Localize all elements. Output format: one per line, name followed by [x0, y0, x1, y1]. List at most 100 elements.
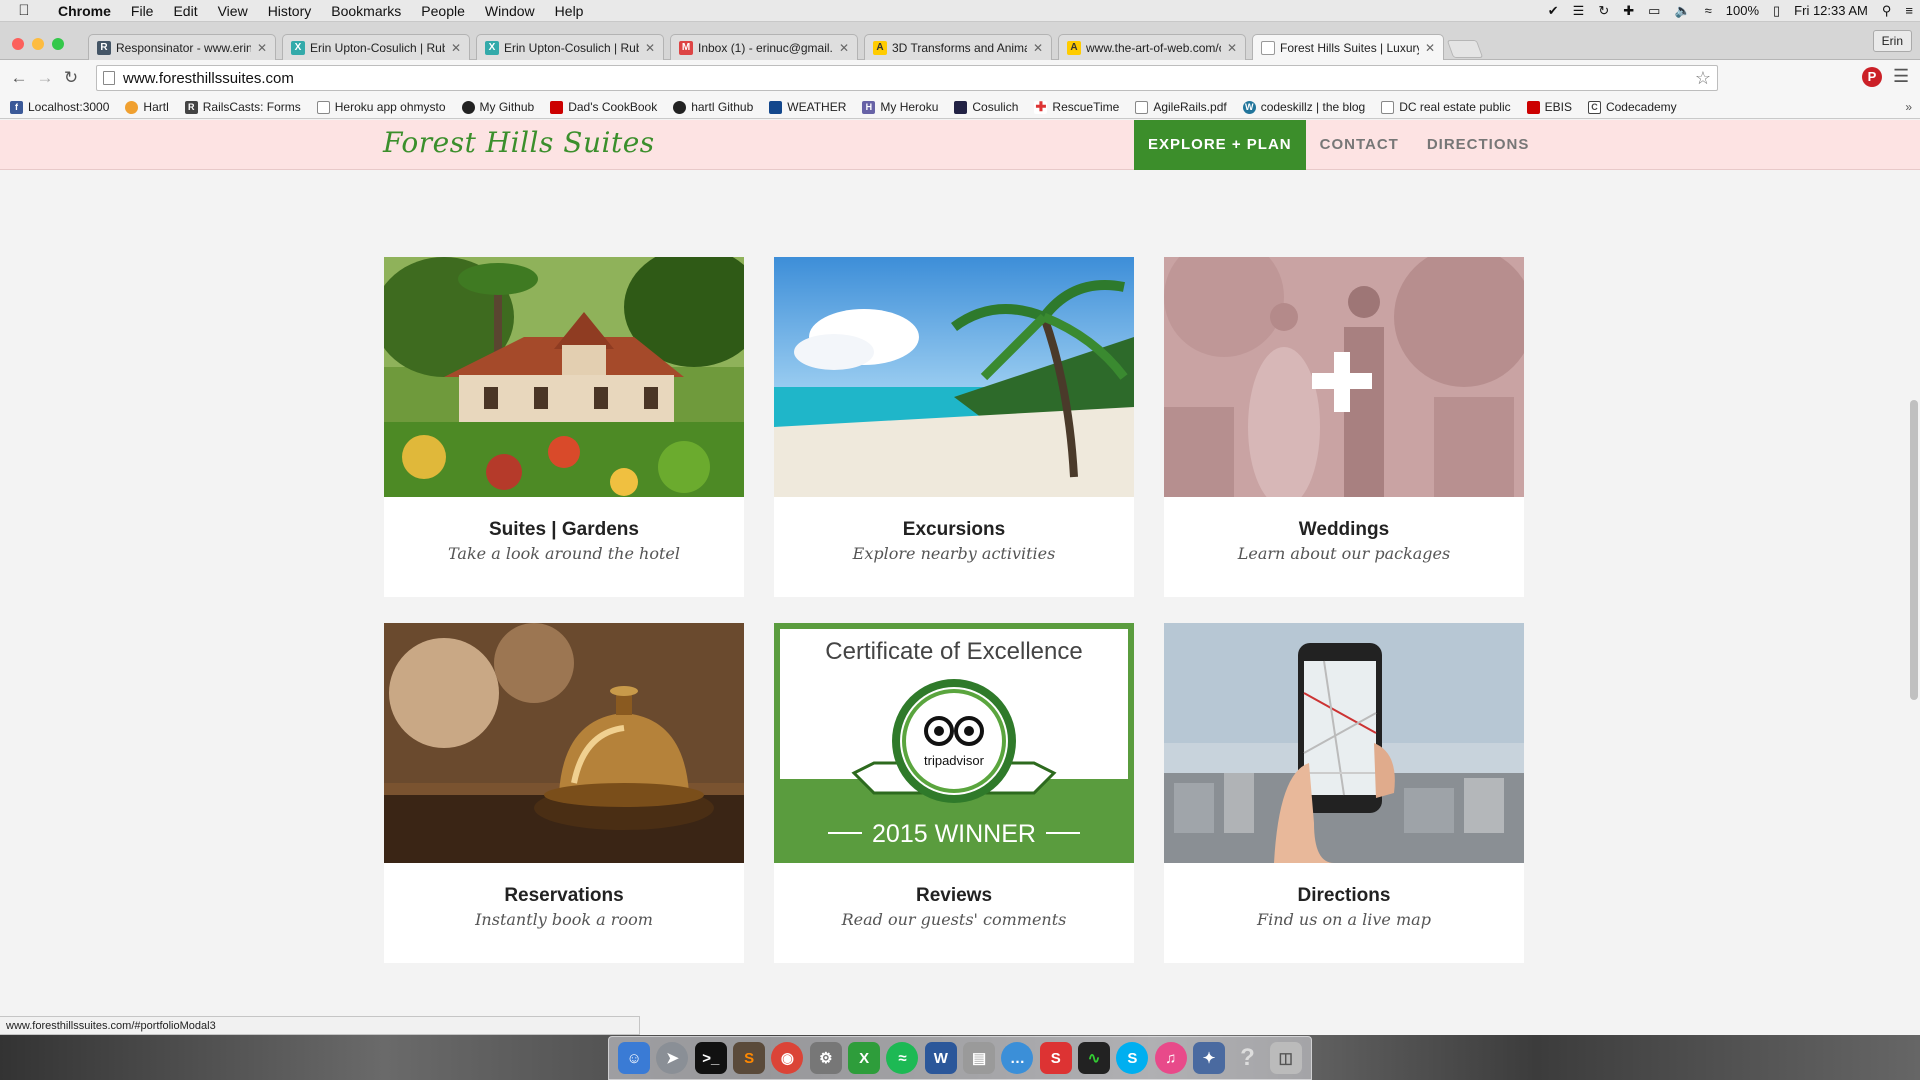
more-bookmarks-icon[interactable]: » [1905, 100, 1912, 114]
bookmark-item[interactable]: R RailsCasts: Forms [184, 100, 301, 114]
menu-people[interactable]: People [411, 0, 475, 22]
bookmark-star-icon[interactable]: ☆ [1695, 68, 1711, 89]
battery-percent[interactable]: 100% [1719, 3, 1766, 18]
browser-tab[interactable]: X Erin Upton-Cosulich | Ruby ✕ [282, 34, 470, 60]
bookmark-item[interactable]: Wcodeskillz | the blog [1242, 100, 1365, 114]
slack-icon[interactable]: S [1039, 1042, 1072, 1074]
finder-icon[interactable]: ☺ [618, 1042, 651, 1074]
new-tab-button[interactable] [1446, 40, 1484, 58]
card-reviews[interactable]: Certificate of Excellence tripadvisor 20… [774, 623, 1134, 963]
bookmark-item[interactable]: C Codecademy [1587, 100, 1677, 114]
menu-file[interactable]: File [121, 0, 164, 22]
itunes-icon[interactable]: ♫ [1154, 1042, 1187, 1074]
skype-icon[interactable]: S [1116, 1042, 1149, 1074]
close-tab-icon[interactable]: ✕ [645, 41, 655, 55]
trash-icon[interactable]: ◫ [1269, 1042, 1302, 1074]
reload-icon[interactable]: ↻ [58, 68, 84, 88]
menu-history[interactable]: History [258, 0, 322, 22]
wifi-icon[interactable]: ≈ [1698, 3, 1719, 18]
airplay-icon[interactable]: ▭ [1641, 3, 1667, 19]
check-icon[interactable]: ✔ [1541, 3, 1566, 19]
word-icon[interactable]: W [924, 1042, 957, 1074]
card-excursions[interactable]: Excursions Explore nearby activities [774, 257, 1134, 597]
address-bar[interactable]: www.foresthillssuites.com ☆ [96, 65, 1718, 91]
bookmark-item[interactable]: WEATHER [769, 100, 846, 114]
notification-center-icon[interactable]: ≡ [1898, 3, 1920, 18]
nav-directions[interactable]: DIRECTIONS [1413, 120, 1544, 170]
menu-edit[interactable]: Edit [163, 0, 207, 22]
minimize-window-icon[interactable] [32, 38, 44, 50]
menu-help[interactable]: Help [545, 0, 594, 22]
close-tab-icon[interactable]: ✕ [1425, 41, 1435, 55]
forward-arrow-icon[interactable]: → [32, 68, 58, 88]
bookmark-item[interactable]: My Github [461, 100, 534, 114]
bookmark-item[interactable]: hartl Github [673, 100, 753, 114]
excel-icon[interactable]: X [848, 1042, 881, 1074]
apple-icon[interactable]:  [0, 2, 48, 19]
nav-contact[interactable]: CONTACT [1306, 120, 1413, 170]
chrome-icon[interactable]: ◉ [771, 1042, 804, 1074]
nav-explore-plan[interactable]: EXPLORE + PLAN [1134, 120, 1306, 170]
bookmark-item[interactable]: DC real estate public [1381, 100, 1511, 114]
bookmark-item[interactable]: ✚ RescueTime [1034, 99, 1119, 114]
bookmark-item[interactable]: EBIS [1526, 100, 1572, 114]
close-tab-icon[interactable]: ✕ [1227, 41, 1237, 55]
bookmark-item[interactable]: f Localhost:3000 [10, 100, 109, 114]
messages-icon[interactable]: … [1001, 1042, 1034, 1074]
volume-icon[interactable]: 🔈 [1667, 3, 1697, 19]
plus-icon[interactable]: ✚ [1616, 3, 1641, 19]
bookmark-item[interactable]: Cosulich [954, 100, 1018, 114]
site-logo[interactable]: Forest Hills Suites [383, 126, 655, 159]
page-scrollbar[interactable] [1910, 400, 1918, 700]
sync-icon[interactable]: ↻ [1591, 3, 1616, 19]
chrome-menu-icon[interactable]: ☰ [1893, 66, 1909, 87]
bookmark-item[interactable]: AgileRails.pdf [1135, 100, 1227, 114]
spotify-icon[interactable]: ≈ [886, 1042, 919, 1074]
browser-tab[interactable]: X Erin Upton-Cosulich | Ruby ✕ [476, 34, 664, 60]
bookmark-item[interactable]: Heroku app ohmysto [316, 100, 446, 114]
xcode-icon[interactable]: ✦ [1193, 1042, 1226, 1074]
activity-monitor-icon[interactable]: ∿ [1078, 1042, 1111, 1074]
close-tab-icon[interactable]: ✕ [451, 41, 461, 55]
close-window-icon[interactable] [12, 38, 24, 50]
close-tab-icon[interactable]: ✕ [839, 41, 849, 55]
launchpad-icon[interactable]: ➤ [656, 1042, 689, 1074]
browser-tab[interactable]: A www.the-art-of-web.com/c ✕ [1058, 34, 1246, 60]
back-arrow-icon[interactable]: ← [6, 68, 32, 88]
clock[interactable]: Fri 12:33 AM [1787, 3, 1875, 18]
hotel-garden-image[interactable] [384, 257, 744, 497]
sublime-text-icon[interactable]: S [733, 1042, 766, 1074]
card-suites-gardens[interactable]: Suites | Gardens Take a look around the … [384, 257, 744, 597]
stack-icon[interactable]: ☰ [1566, 3, 1592, 19]
beach-image[interactable] [774, 257, 1134, 497]
bookmark-item[interactable]: H My Heroku [862, 100, 938, 114]
spotlight-search-icon[interactable]: ⚲ [1875, 3, 1899, 19]
system-preferences-icon[interactable]: ⚙ [809, 1042, 842, 1074]
terminal-icon[interactable]: >_ [694, 1042, 727, 1074]
wedding-image-hover[interactable] [1164, 257, 1524, 497]
profile-button[interactable]: Erin [1872, 30, 1912, 52]
menu-window[interactable]: Window [475, 0, 545, 22]
card-reservations[interactable]: Reservations Instantly book a room [384, 623, 744, 963]
close-tab-icon[interactable]: ✕ [1033, 41, 1043, 55]
bookmark-item[interactable]: Hartl [125, 100, 169, 114]
menu-app-name[interactable]: Chrome [48, 0, 121, 22]
menu-view[interactable]: View [208, 0, 258, 22]
zoom-window-icon[interactable] [52, 38, 64, 50]
battery-icon[interactable]: ▯ [1766, 3, 1787, 19]
bookmark-item[interactable]: Dad's CookBook [550, 100, 657, 114]
phone-map-image[interactable] [1164, 623, 1524, 863]
browser-tab[interactable]: R Responsinator - www.erinu ✕ [88, 34, 276, 60]
browser-tab-active[interactable]: Forest Hills Suites | Luxury ✕ [1252, 34, 1444, 60]
address-text[interactable]: www.foresthillssuites.com [123, 70, 294, 87]
help-icon[interactable]: ? [1231, 1042, 1263, 1074]
pinterest-icon[interactable]: P [1862, 67, 1882, 87]
menu-bookmarks[interactable]: Bookmarks [321, 0, 411, 22]
card-directions[interactable]: Directions Find us on a live map [1164, 623, 1524, 963]
card-weddings[interactable]: Weddings Learn about our packages [1164, 257, 1524, 597]
browser-tab[interactable]: M Inbox (1) - erinuc@gmail.co ✕ [670, 34, 858, 60]
preview-icon[interactable]: ▤ [963, 1042, 996, 1074]
browser-tab[interactable]: A 3D Transforms and Animati ✕ [864, 34, 1052, 60]
tripadvisor-certificate-image[interactable]: Certificate of Excellence tripadvisor 20… [774, 623, 1134, 863]
service-bell-image[interactable] [384, 623, 744, 863]
